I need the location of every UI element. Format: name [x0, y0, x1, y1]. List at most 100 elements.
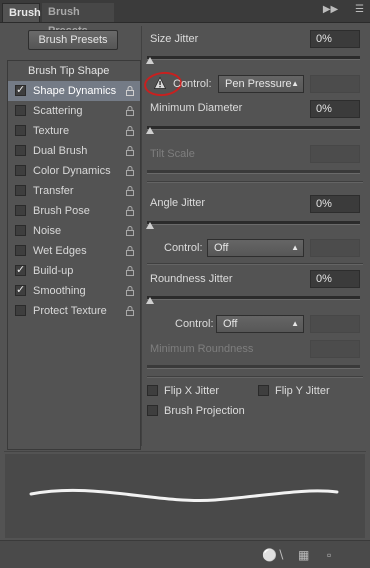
list-item-shape-dynamics[interactable]: ✓ Shape Dynamics [8, 81, 140, 101]
select-value: Pen Pressure [225, 78, 292, 90]
min-roundness-label: Minimum Roundness [150, 343, 254, 355]
slider-knob[interactable] [146, 297, 154, 304]
brush-preview [5, 454, 365, 538]
slider-knob[interactable] [146, 127, 154, 134]
lock-icon[interactable] [126, 206, 134, 216]
panel-footer: ⚪∖ ▦ ▫ [0, 540, 370, 568]
angle-jitter-slider[interactable] [146, 221, 360, 229]
list-item-transfer[interactable]: Transfer [8, 181, 140, 201]
list-item-label: Build-up [33, 265, 74, 277]
list-item-build-up[interactable]: ✓ Build-up [8, 261, 140, 281]
checkbox-wet-edges[interactable] [15, 245, 26, 256]
checkbox-color-dynamics[interactable] [15, 165, 26, 176]
list-item-label: Texture [33, 125, 70, 137]
roundness-jitter-field[interactable]: 0% [310, 270, 360, 288]
list-item-brush-tip-shape[interactable]: Brush Tip Shape [8, 61, 140, 81]
brush-panel: Brush Brush Presets ▶▶ ☰ Brush Presets B… [0, 0, 370, 568]
control-select-1[interactable]: Pen Pressure ▲ [218, 75, 304, 93]
lock-icon[interactable] [126, 106, 134, 116]
min-roundness-slider [147, 365, 360, 369]
list-item-wet-edges[interactable]: Wet Edges [8, 241, 140, 261]
double-arrow-icon[interactable]: ▶▶ [323, 4, 338, 15]
lock-icon[interactable] [126, 86, 134, 96]
checkbox-texture[interactable] [15, 125, 26, 136]
chevron-updown-icon: ▲ [291, 319, 299, 328]
checkbox-transfer[interactable] [15, 185, 26, 196]
lock-icon[interactable] [126, 306, 134, 316]
lock-icon[interactable] [126, 146, 134, 156]
brush-toggle-icon[interactable]: ⚪∖ [262, 548, 285, 562]
chevron-updown-icon: ▲ [291, 79, 299, 88]
lock-icon[interactable] [126, 126, 134, 136]
control-2-extra-field [310, 239, 360, 257]
control-select-2[interactable]: Off ▲ [207, 239, 304, 257]
lock-icon[interactable] [126, 246, 134, 256]
control-select-3[interactable]: Off ▲ [216, 315, 304, 333]
lock-icon[interactable] [126, 266, 134, 276]
flip-y-label: Flip Y Jitter [275, 385, 330, 397]
checkbox-dual-brush[interactable] [15, 145, 26, 156]
list-item-brush-pose[interactable]: Brush Pose [8, 201, 140, 221]
checkbox-build-up[interactable]: ✓ [15, 265, 26, 276]
min-diameter-field[interactable]: 0% [310, 100, 360, 118]
brush-stroke-preview [29, 488, 339, 502]
tilt-scale-slider [147, 170, 360, 174]
list-item-label: Color Dynamics [33, 165, 111, 177]
list-item-texture[interactable]: Texture [8, 121, 140, 141]
flip-x-checkbox[interactable] [147, 385, 158, 396]
new-preset-icon[interactable]: ▫ [327, 548, 331, 562]
list-item-label: Protect Texture [33, 305, 107, 317]
checkbox-shape-dynamics[interactable]: ✓ [15, 85, 26, 96]
control-1-extra-field [310, 75, 360, 93]
roundness-jitter-slider[interactable] [146, 296, 360, 304]
panel-header-icons: ▶▶ ☰ [309, 4, 364, 18]
brush-projection-checkbox[interactable] [147, 405, 158, 416]
list-item-label: Brush Tip Shape [28, 65, 110, 77]
column-divider [141, 26, 142, 446]
list-item-noise[interactable]: Noise [8, 221, 140, 241]
control-label-1: Control: [173, 78, 212, 90]
tilt-scale-label: Tilt Scale [150, 148, 195, 160]
checkbox-scattering[interactable] [15, 105, 26, 116]
slider-knob[interactable] [146, 57, 154, 64]
size-jitter-field[interactable]: 0% [310, 30, 360, 48]
size-jitter-slider[interactable] [146, 56, 360, 64]
brush-presets-button[interactable]: Brush Presets [28, 30, 118, 50]
grid-icon[interactable]: ▦ [298, 548, 309, 562]
lock-icon[interactable] [126, 186, 134, 196]
tab-brush-presets[interactable]: Brush Presets [42, 3, 114, 37]
list-item-protect-texture[interactable]: Protect Texture [8, 301, 140, 321]
flip-y-checkbox[interactable] [258, 385, 269, 396]
list-item-color-dynamics[interactable]: Color Dynamics [8, 161, 140, 181]
roundness-jitter-label: Roundness Jitter [150, 273, 233, 285]
min-roundness-field [310, 340, 360, 358]
tab-brush[interactable]: Brush [2, 3, 41, 22]
control-label-3: Control: [175, 318, 214, 330]
slider-knob[interactable] [146, 222, 154, 229]
angle-jitter-field[interactable]: 0% [310, 195, 360, 213]
flip-x-label: Flip X Jitter [164, 385, 220, 397]
panel-menu-icon[interactable]: ☰ [355, 4, 364, 15]
lock-icon[interactable] [126, 286, 134, 296]
section-divider [147, 376, 363, 378]
lock-icon[interactable] [126, 226, 134, 236]
list-item-smoothing[interactable]: ✓ Smoothing [8, 281, 140, 301]
left-column: Brush Presets Brush Tip Shape ✓ Shape Dy… [4, 26, 141, 450]
checkbox-protect-texture[interactable] [15, 305, 26, 316]
tab-bar: Brush Brush Presets ▶▶ ☰ [0, 0, 370, 37]
list-item-dual-brush[interactable]: Dual Brush [8, 141, 140, 161]
chevron-updown-icon: ▲ [291, 243, 299, 252]
angle-jitter-label: Angle Jitter [150, 197, 206, 209]
list-item-label: Scattering [33, 105, 83, 117]
lock-icon[interactable] [126, 166, 134, 176]
list-item-scattering[interactable]: Scattering [8, 101, 140, 121]
checkbox-noise[interactable] [15, 225, 26, 236]
checkbox-brush-pose[interactable] [15, 205, 26, 216]
checkbox-smoothing[interactable]: ✓ [15, 285, 26, 296]
size-jitter-label: Size Jitter [150, 33, 199, 45]
list-item-label: Noise [33, 225, 62, 237]
select-value: Off [223, 318, 238, 330]
tilt-scale-field [310, 145, 360, 163]
section-divider [147, 263, 363, 265]
min-diameter-slider[interactable] [146, 126, 360, 134]
